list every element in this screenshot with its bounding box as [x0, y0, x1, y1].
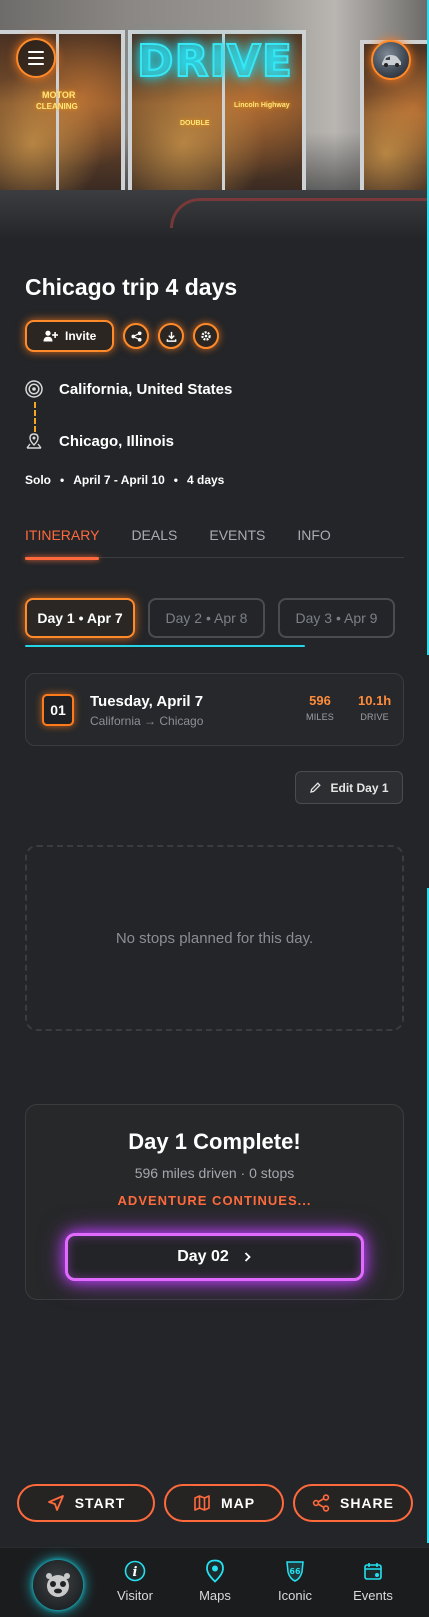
- drive-stat: 10.1h DRIVE: [358, 693, 391, 722]
- share-icon: [312, 1494, 330, 1512]
- download-button[interactable]: [158, 323, 185, 349]
- tab-deals[interactable]: DEALS: [131, 527, 177, 557]
- trip-meta: Solo • April 7 - April 10 • 4 days: [25, 473, 225, 487]
- nav-visitor[interactable]: i Visitor: [100, 1558, 170, 1603]
- trip-duration: 4 days: [186, 473, 225, 487]
- svg-text:i: i: [133, 1565, 138, 1580]
- hero-sign: DOUBLE: [180, 120, 210, 127]
- map-pin-icon: [206, 1559, 224, 1583]
- start-label: START: [74, 1495, 126, 1511]
- route-connector: [34, 402, 36, 432]
- trip-tabs: ITINERARY DEALS EVENTS INFO: [25, 527, 404, 560]
- day-summary-card: 01 Tuesday, April 7 California → Chicago…: [25, 673, 404, 746]
- hero-sign: Lincoln Highway: [234, 102, 290, 109]
- trip-dates: April 7 - April 10: [73, 473, 165, 487]
- nav-maps-label: Maps: [199, 1588, 231, 1603]
- trip-route: California, United States Chicago, Illin…: [25, 380, 232, 450]
- trip-action-bar: START MAP SHARE: [17, 1484, 413, 1522]
- next-day-label: Day 02: [177, 1248, 229, 1265]
- calendar-icon: [364, 1563, 382, 1580]
- nav-iconic[interactable]: 66 Iconic: [260, 1558, 330, 1603]
- tab-events[interactable]: EVENTS: [209, 527, 265, 557]
- tab-info[interactable]: INFO: [297, 527, 330, 557]
- day-complete-card: Day 1 Complete! 596 miles driven · 0 sto…: [25, 1104, 404, 1300]
- adventure-continues-text: ADVENTURE CONTINUES...: [117, 1193, 312, 1208]
- nav-iconic-label: Iconic: [278, 1588, 312, 1603]
- miles-label: MILES: [306, 712, 335, 722]
- trip-title: Chicago trip 4 days: [25, 274, 238, 300]
- invite-button[interactable]: Invite: [25, 320, 115, 352]
- empty-stops-placeholder: No stops planned for this day.: [25, 845, 404, 1031]
- nav-maps[interactable]: Maps: [180, 1558, 250, 1603]
- hero-sign: CLEANING: [36, 102, 78, 111]
- day-date: Tuesday, April 7: [90, 693, 204, 710]
- home-button[interactable]: [33, 1560, 83, 1610]
- menu-button[interactable]: [16, 38, 56, 78]
- nav-events[interactable]: Events: [338, 1558, 408, 1603]
- map-icon: [194, 1495, 210, 1511]
- complete-heading: Day 1 Complete!: [128, 1129, 301, 1154]
- add-user-icon: [43, 330, 58, 342]
- share-label: SHARE: [339, 1495, 394, 1511]
- day-selector: Day 1 • Apr 7 Day 2 • Apr 8 Day 3 • Apr …: [25, 598, 395, 638]
- settings-button[interactable]: [193, 323, 220, 349]
- start-button[interactable]: START: [17, 1484, 155, 1522]
- hamburger-icon: [28, 51, 44, 53]
- next-day-button[interactable]: Day 02: [65, 1233, 364, 1281]
- mascot-icon: [46, 1573, 70, 1597]
- share-trip-button[interactable]: [123, 323, 150, 349]
- map-button[interactable]: MAP: [164, 1484, 284, 1522]
- app-logo: DRIVE: [136, 35, 293, 88]
- destination-location: Chicago, Illinois: [59, 432, 175, 450]
- hero-sign: MOTOR: [42, 90, 76, 100]
- edit-day-button[interactable]: Edit Day 1: [295, 771, 403, 804]
- day-chip-1[interactable]: Day 1 • Apr 7: [25, 598, 135, 638]
- map-label: MAP: [220, 1495, 256, 1511]
- travelers: Solo: [25, 473, 51, 487]
- profile-avatar-button[interactable]: [371, 40, 411, 80]
- edit-day-label: Edit Day 1: [330, 780, 389, 795]
- complete-summary: 596 miles driven · 0 stops: [134, 1165, 295, 1181]
- day-number-badge: 01: [42, 694, 74, 726]
- destination-row: Chicago, Illinois: [25, 432, 232, 450]
- info-icon: i: [124, 1560, 146, 1582]
- chevron-right-icon: [244, 1252, 251, 1262]
- target-icon: [25, 380, 43, 398]
- nav-visitor-label: Visitor: [117, 1588, 153, 1603]
- origin-location: California, United States: [59, 380, 233, 398]
- nav-events-label: Events: [353, 1588, 393, 1603]
- day-route: California → Chicago: [90, 714, 204, 728]
- navigation-arrow-icon: [47, 1495, 64, 1511]
- bottom-navigation: i Visitor Maps 66 Iconic Events: [0, 1547, 429, 1617]
- invite-label: Invite: [65, 329, 97, 343]
- day-chip-3[interactable]: Day 3 • Apr 9: [278, 598, 395, 638]
- drive-value: 10.1h: [358, 693, 392, 708]
- tab-itinerary[interactable]: ITINERARY: [25, 527, 100, 560]
- share-button[interactable]: SHARE: [293, 1484, 413, 1522]
- miles-stat: 596 MILES: [306, 693, 334, 722]
- day-scroll-indicator: [25, 645, 305, 647]
- gear-icon: [201, 331, 212, 341]
- svg-text:66: 66: [289, 1567, 301, 1576]
- miles-value: 596: [309, 693, 331, 708]
- pencil-icon: [310, 782, 322, 793]
- car-icon: [382, 55, 401, 67]
- download-icon: [166, 331, 177, 342]
- trip-actions: Invite: [25, 320, 220, 352]
- empty-message: No stops planned for this day.: [115, 929, 314, 947]
- map-pin-icon: [26, 433, 42, 449]
- share-icon: [131, 330, 142, 342]
- route-66-icon: 66: [286, 1561, 304, 1582]
- origin-row: California, United States: [25, 380, 232, 398]
- drive-label: DRIVE: [360, 712, 389, 722]
- day-chip-2[interactable]: Day 2 • Apr 8: [148, 598, 265, 638]
